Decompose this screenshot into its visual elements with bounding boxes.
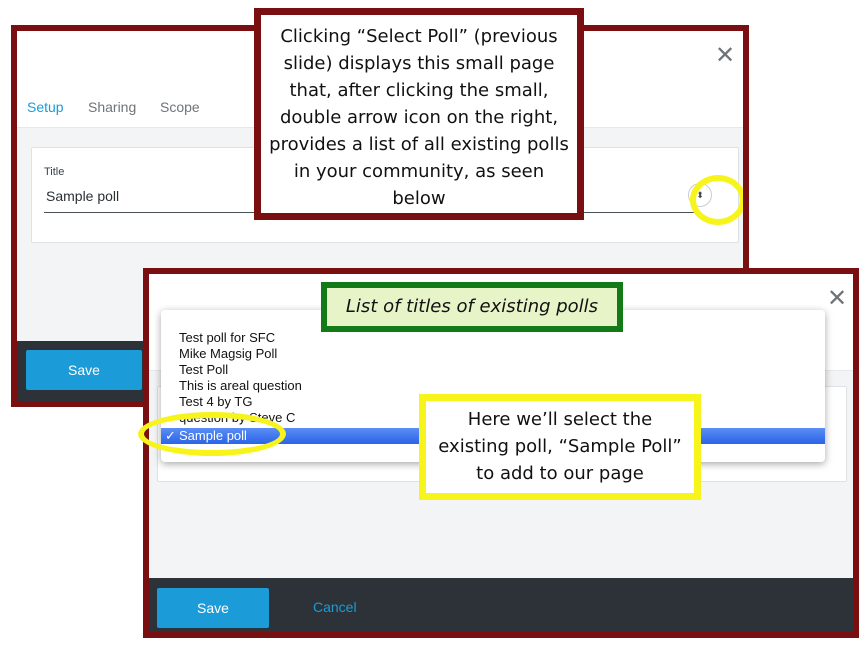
highlight-oval — [138, 412, 286, 456]
close-icon[interactable]: ✕ — [827, 286, 847, 310]
save-button[interactable]: Save — [26, 350, 142, 390]
tab-setup[interactable]: Setup — [27, 99, 64, 129]
title-select[interactable]: Sample poll — [46, 188, 119, 204]
poll-option[interactable]: This is areal question — [179, 378, 302, 394]
callout-top: Clicking “Select Poll” (previous slide) … — [254, 8, 584, 220]
list-caption: List of titles of existing polls — [321, 282, 623, 332]
tab-sharing[interactable]: Sharing — [88, 99, 136, 127]
cancel-button[interactable]: Cancel — [313, 599, 357, 615]
poll-option[interactable]: Test Poll — [179, 362, 228, 378]
poll-option[interactable]: Mike Magsig Poll — [179, 346, 277, 362]
title-label: Title — [44, 166, 65, 178]
highlight-circle — [690, 175, 743, 225]
close-icon[interactable]: ✕ — [715, 43, 735, 67]
poll-option[interactable]: Test poll for SFC — [179, 330, 275, 346]
tab-scope[interactable]: Scope — [160, 99, 200, 127]
dialog-footer: Save Cancel — [149, 578, 853, 632]
callout-bottom: Here we’ll select the existing poll, “Sa… — [419, 394, 701, 500]
poll-option[interactable]: Test 4 by TG — [179, 394, 252, 410]
save-button[interactable]: Save — [157, 588, 269, 628]
